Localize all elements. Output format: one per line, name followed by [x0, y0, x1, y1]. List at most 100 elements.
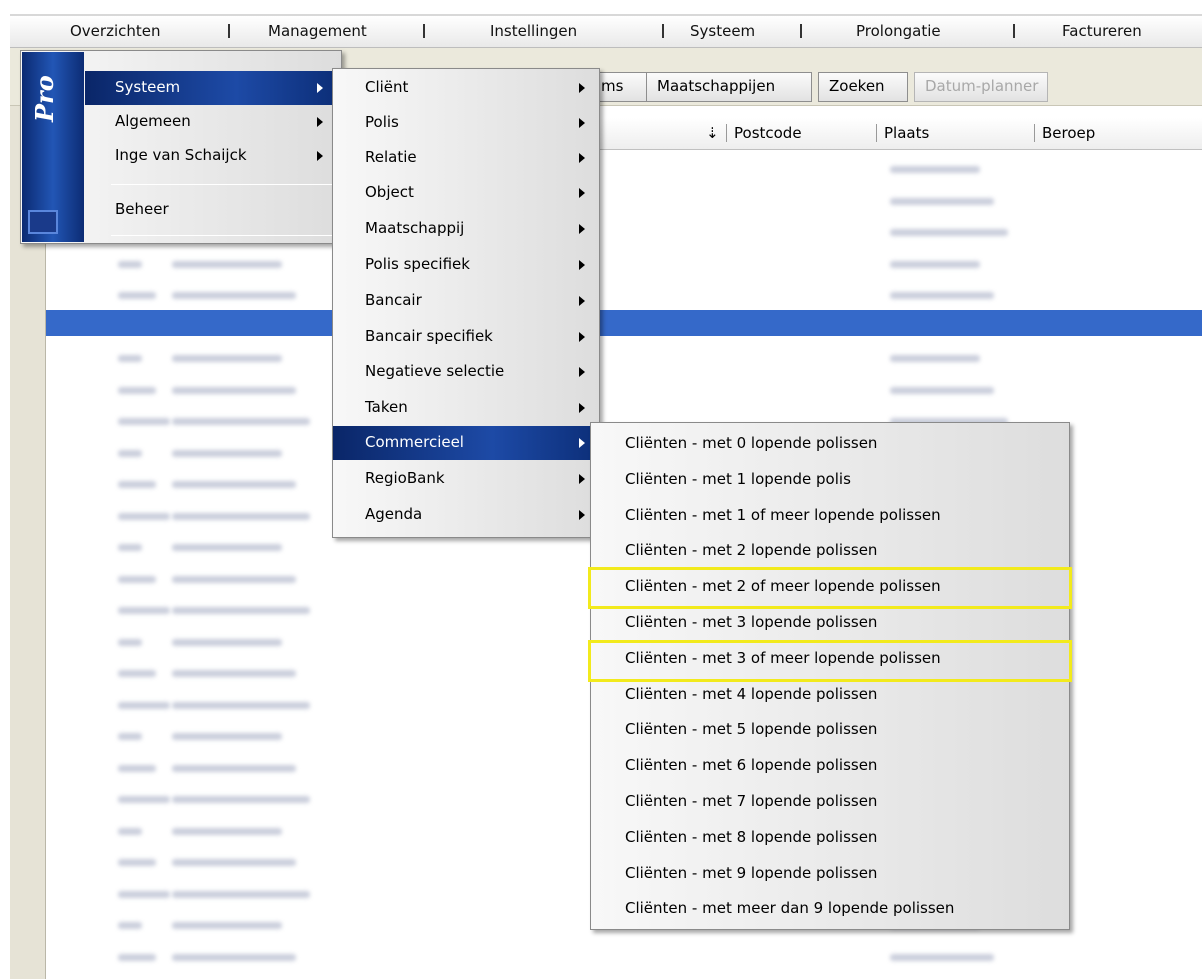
menu-item-label: Maatschappij [365, 219, 465, 237]
blurred-cell [172, 575, 296, 583]
menubar-separator [800, 24, 802, 38]
blurred-cell [172, 796, 310, 803]
blurred-cell [118, 859, 156, 866]
menu-item-commercieel-9[interactable]: Cliënten - met 6 lopende polissen [591, 749, 1069, 783]
blurred-cell [172, 670, 296, 677]
menu-item-label: Polis specifiek [365, 255, 470, 273]
column-header-beroep[interactable]: Beroep [1042, 124, 1095, 142]
menu-factureren[interactable]: Factureren [1062, 22, 1142, 40]
menu-item-commercieel-0[interactable]: Cliënten - met 0 lopende polissen [591, 427, 1069, 461]
submenu-arrow-icon [579, 260, 585, 270]
menu-item-label: Negatieve selectie [365, 362, 505, 380]
blurred-cell [118, 701, 170, 709]
menu-item-commercieel-1[interactable]: Cliënten - met 1 lopende polis [591, 463, 1069, 497]
blurred-cell [172, 764, 296, 772]
blurred-cell [890, 386, 994, 394]
menu-item-label: Bancair [365, 291, 422, 309]
menu-item-algemeen[interactable]: Algemeen [85, 105, 337, 139]
menu-item-commercieel-11[interactable]: Cliënten - met 8 lopende polissen [591, 821, 1069, 855]
blurred-cell [118, 292, 156, 299]
column-header-postcode[interactable]: Postcode [734, 124, 802, 142]
blurred-cell [172, 733, 282, 740]
blurred-cell [172, 953, 296, 961]
blurred-cell [172, 890, 310, 898]
menu-item-maatschappij[interactable]: Maatschappij [333, 212, 599, 246]
pro-label: Pro [30, 75, 59, 122]
menu-item-commercieel-5[interactable]: Cliënten - met 3 lopende polissen [591, 606, 1069, 640]
menu-item-commercieel-8[interactable]: Cliënten - met 5 lopende polissen [591, 713, 1069, 747]
blurred-cell [172, 544, 282, 551]
column-separator [1034, 124, 1035, 142]
submenu-arrow-icon [579, 438, 585, 448]
menu-item-object[interactable]: Object [333, 176, 599, 210]
menu-item-commercieel-12[interactable]: Cliënten - met 9 lopende polissen [591, 857, 1069, 891]
menu-item-label: Cliënten - met 7 lopende polissen [625, 792, 878, 810]
submenu-arrow-icon [317, 83, 323, 93]
submenu-arrow-icon [579, 224, 585, 234]
blurred-cell [118, 418, 170, 425]
menu-item-label: Cliënten - met 3 lopende polissen [625, 613, 878, 631]
menu-item-label: Cliënten - met 0 lopende polissen [625, 434, 878, 452]
blurred-cell [118, 512, 170, 520]
submenu-arrow-icon [579, 510, 585, 520]
highlight-box [588, 567, 1072, 609]
blurred-cell [118, 575, 156, 583]
submenu-arrow-icon [317, 151, 323, 161]
menu-item-commercieel-13[interactable]: Cliënten - met meer dan 9 lopende poliss… [591, 892, 1069, 926]
blurred-cell [890, 355, 980, 362]
menu-item-label: Bancair specifiek [365, 327, 493, 345]
menu-item-label: Inge van Schaijck [115, 146, 247, 164]
systeem-submenu: Cliënt Polis Relatie Object Maatschappij… [332, 68, 600, 538]
blurred-cell [118, 638, 142, 646]
menu-item-inge-van-schaijck[interactable]: Inge van Schaijck [85, 139, 337, 173]
menu-item-label: Cliënten - met 6 lopende polissen [625, 756, 878, 775]
menu-item-relatie[interactable]: Relatie [333, 141, 599, 175]
menu-item-commercieel-3[interactable]: Cliënten - met 2 lopende polissen [591, 534, 1069, 568]
column-separator [726, 124, 727, 142]
sort-arrow-icon[interactable]: ⇣ [706, 124, 719, 142]
column-header-plaats[interactable]: Plaats [884, 124, 929, 142]
menu-item-negatieve-selectie[interactable]: Negatieve selectie [333, 355, 599, 389]
tab-maatschappijen[interactable]: Maatschappijen [646, 72, 812, 102]
menu-management[interactable]: Management [268, 22, 367, 40]
blurred-cell [890, 292, 994, 299]
blurred-cell [118, 481, 156, 488]
blurred-cell [172, 292, 296, 299]
submenu-arrow-icon [579, 118, 585, 128]
menu-item-commercieel[interactable]: Commercieel [333, 426, 599, 460]
menu-item-client[interactable]: Cliënt [333, 71, 599, 105]
menu-item-taken[interactable]: Taken [333, 391, 599, 425]
menu-instellingen[interactable]: Instellingen [490, 22, 577, 40]
menu-prolongatie[interactable]: Prolongatie [856, 22, 941, 40]
menu-item-commercieel-10[interactable]: Cliënten - met 7 lopende polissen [591, 785, 1069, 819]
selected-row[interactable] [46, 310, 1202, 336]
blurred-cell [172, 260, 282, 268]
submenu-arrow-icon [579, 474, 585, 484]
menu-item-bancair-specifiek[interactable]: Bancair specifiek [333, 320, 599, 354]
submenu-arrow-icon [579, 188, 585, 198]
submenu-arrow-icon [317, 117, 323, 127]
menu-item-bancair[interactable]: Bancair [333, 284, 599, 318]
blurred-cell [118, 922, 142, 929]
blurred-cell [172, 827, 282, 835]
menu-item-systeem[interactable]: Systeem [85, 71, 337, 105]
blurred-cell [890, 229, 1008, 236]
menu-item-commercieel-2[interactable]: Cliënten - met 1 of meer lopende polisse… [591, 499, 1069, 533]
tab-datum-planner: Datum-planner [914, 72, 1048, 102]
menu-systeem[interactable]: Systeem [690, 22, 755, 40]
menu-item-beheer[interactable]: Beheer [85, 193, 337, 227]
menu-item-agenda[interactable]: Agenda [333, 498, 599, 532]
menu-item-polis[interactable]: Polis [333, 106, 599, 140]
menu-item-commercieel-7[interactable]: Cliënten - met 4 lopende polissen [591, 678, 1069, 712]
menu-item-regiobank[interactable]: RegioBank [333, 462, 599, 496]
blurred-cell [172, 859, 296, 866]
menu-item-label: Cliënt [365, 78, 409, 96]
tab-zoeken[interactable]: Zoeken [818, 72, 908, 102]
submenu-arrow-icon [579, 403, 585, 413]
blurred-cell [118, 764, 156, 772]
blurred-cell [172, 386, 296, 394]
menu-item-polis-specifiek[interactable]: Polis specifiek [333, 248, 599, 282]
submenu-arrow-icon [579, 153, 585, 163]
blurred-cell [172, 418, 310, 425]
menu-overzichten[interactable]: Overzichten [70, 22, 161, 40]
